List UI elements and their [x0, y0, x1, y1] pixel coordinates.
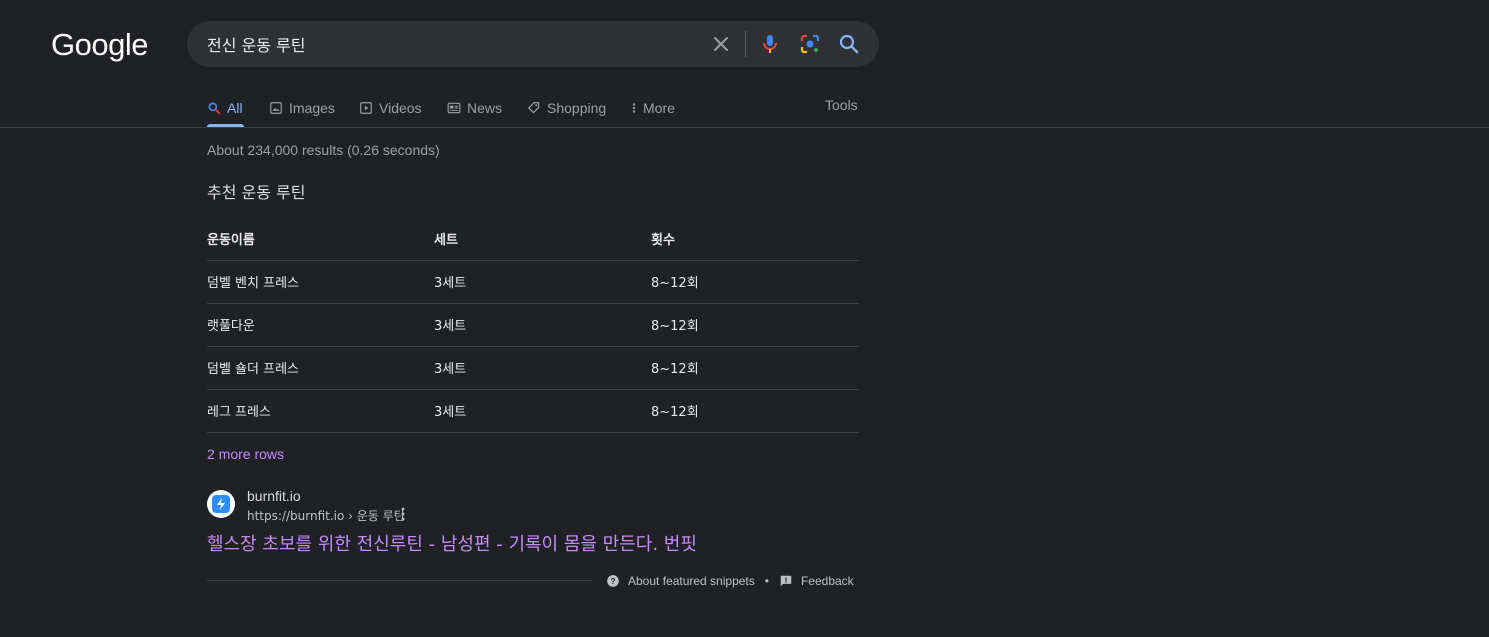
more-vert-icon — [632, 102, 636, 113]
svg-text:?: ? — [611, 577, 616, 586]
search-input[interactable] — [207, 21, 687, 67]
tab-shopping[interactable]: Shopping — [527, 88, 606, 127]
image-icon — [270, 101, 282, 114]
table-cell: 랫풀다운 — [207, 303, 434, 347]
footer-separator: • — [764, 574, 769, 588]
microphone-icon[interactable] — [758, 32, 782, 56]
more-rows-link[interactable]: 2 more rows — [207, 446, 284, 462]
results-stats: About 234,000 results (0.26 seconds) — [207, 142, 440, 158]
table-cell: 3세트 — [434, 303, 651, 347]
table-header-row: 운동이름 세트 횟수 — [207, 217, 859, 261]
table-cell: 3세트 — [434, 346, 651, 390]
tag-icon — [528, 101, 540, 113]
table-header-cell: 세트 — [434, 217, 651, 261]
lens-icon[interactable] — [798, 32, 822, 56]
table-cell: 8~12회 — [651, 389, 859, 433]
about-featured-snippets-link[interactable]: ? About featured snippets — [606, 574, 755, 588]
table-cell: 8~12회 — [651, 260, 859, 304]
site-name[interactable]: burnfit.io — [247, 488, 301, 504]
tab-label: Shopping — [547, 99, 607, 116]
site-favicon[interactable] — [207, 490, 235, 518]
snippet-footer-divider — [207, 580, 592, 581]
tab-label: More — [643, 99, 675, 116]
table-header-cell: 운동이름 — [207, 217, 434, 261]
tab-images[interactable]: Images — [269, 88, 335, 127]
feedback-icon — [780, 575, 792, 587]
search-box[interactable] — [187, 21, 879, 67]
table-cell: 3세트 — [434, 389, 651, 433]
table-cell: 덤벨 벤치 프레스 — [207, 260, 434, 304]
news-icon — [447, 102, 461, 113]
snippet-table: 운동이름 세트 횟수 덤벨 벤치 프레스 3세트 8~12회 랫풀다운 3세트 … — [207, 217, 859, 433]
help-icon: ? — [607, 575, 619, 587]
snippet-heading: 추천 운동 루틴 — [207, 183, 306, 202]
tab-label: News — [467, 99, 503, 116]
tab-videos[interactable]: Videos — [359, 88, 422, 127]
tools-button[interactable]: Tools — [825, 97, 858, 113]
search-icon[interactable] — [837, 32, 861, 56]
table-cell: 덤벨 숄더 프레스 — [207, 346, 434, 390]
feedback-label: Feedback — [800, 574, 854, 588]
table-row: 레그 프레스 3세트 8~12회 — [207, 389, 859, 433]
site-url[interactable]: https://burnfit.io › 운동 루틴 — [247, 507, 405, 524]
search-color-icon — [208, 101, 221, 114]
snippet-footer: ? About featured snippets • Feedback — [606, 572, 854, 590]
table-row: 덤벨 숄더 프레스 3세트 8~12회 — [207, 346, 859, 390]
table-cell: 8~12회 — [651, 303, 859, 347]
tab-label: Images — [289, 99, 335, 116]
burnfit-logo-icon — [212, 495, 230, 513]
result-options-icon[interactable] — [397, 506, 409, 522]
tab-more[interactable]: More — [631, 88, 675, 127]
google-logo[interactable]: Google — [51, 27, 148, 63]
tab-label: All — [227, 99, 243, 116]
table-cell: 8~12회 — [651, 346, 859, 390]
feedback-link[interactable]: Feedback — [779, 574, 854, 588]
result-title-link[interactable]: 헬스장 초보를 위한 전신루틴 - 남성편 - 기록이 몸을 만든다. 번핏 — [207, 530, 697, 556]
search-divider — [745, 31, 746, 57]
table-cell: 레그 프레스 — [207, 389, 434, 433]
header-divider — [0, 127, 1489, 128]
tab-news[interactable]: News — [447, 88, 502, 127]
video-icon — [360, 101, 372, 114]
table-row: 랫풀다운 3세트 8~12회 — [207, 303, 859, 347]
tab-all[interactable]: All — [207, 88, 244, 127]
table-row: 덤벨 벤치 프레스 3세트 8~12회 — [207, 260, 859, 304]
clear-icon[interactable] — [709, 32, 733, 56]
about-featured-snippets-label: About featured snippets — [628, 574, 755, 588]
table-cell: 3세트 — [434, 260, 651, 304]
tab-label: Videos — [379, 99, 422, 116]
table-header-cell: 횟수 — [651, 217, 859, 261]
